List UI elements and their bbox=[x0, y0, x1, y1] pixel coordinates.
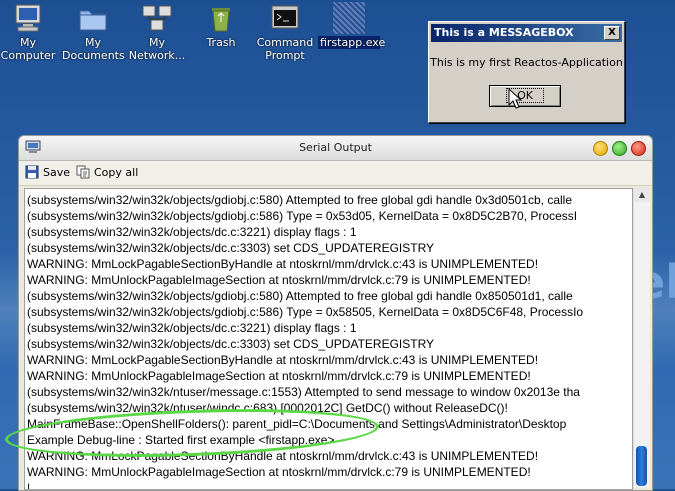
vertical-scrollbar[interactable]: ▲ bbox=[633, 188, 650, 488]
serial-output-titlebar[interactable]: Serial Output bbox=[19, 136, 652, 161]
log-line: (subsystems/win32/win32k/objects/dc.c:33… bbox=[27, 241, 435, 255]
desktop-icon-firstapp[interactable]: firstapp.exe bbox=[318, 2, 386, 49]
trash-icon bbox=[205, 2, 237, 34]
log-line: (subsystems/win32/win32k/objects/gdiobj.… bbox=[27, 209, 578, 223]
copy-icon bbox=[76, 165, 90, 179]
computer-icon bbox=[12, 2, 44, 34]
log-line: WARNING: MmUnlockPagableImageSection at … bbox=[27, 369, 531, 383]
toolbar: Save Copy all bbox=[19, 161, 652, 186]
messagebox-title: This is a MESSAGEBOX bbox=[434, 26, 574, 39]
messagebox-titlebar[interactable]: This is a MESSAGEBOX X bbox=[431, 24, 622, 42]
desktop-icon-trash[interactable]: Trash bbox=[190, 2, 252, 49]
messagebox-text: This is my first Reactos-Application bbox=[430, 56, 623, 69]
scrollbar-thumb[interactable] bbox=[636, 446, 647, 486]
log-line: (subsystems/win32/win32k/objects/gdiobj.… bbox=[27, 193, 572, 207]
mouse-cursor-icon bbox=[508, 88, 523, 109]
desktop-icon-label: Trash bbox=[206, 36, 236, 49]
desktop-icon-label: My Computer bbox=[0, 36, 56, 62]
scroll-up-arrow-icon[interactable]: ▲ bbox=[634, 188, 650, 202]
desktop-icon-my-computer[interactable]: My Computer bbox=[0, 2, 59, 62]
log-line: WARNING: MmUnlockPagableImageSection at … bbox=[27, 273, 531, 287]
save-button[interactable]: Save bbox=[25, 165, 70, 179]
desktop-icon-label: My Documents bbox=[62, 36, 125, 62]
desktop-icon-my-network[interactable]: My Network... bbox=[126, 2, 188, 62]
network-icon bbox=[141, 2, 173, 34]
log-line: (subsystems/win32/win32k/objects/gdiobj.… bbox=[27, 289, 573, 303]
log-line: (subsystems/win32/win32k/objects/dc.c:32… bbox=[27, 321, 357, 335]
log-line: (subsystems/win32/win32k/objects/dc.c:33… bbox=[27, 337, 435, 351]
log-line: (subsystems/win32/win32k/objects/dc.c:32… bbox=[27, 225, 357, 239]
log-line: WARNING: MmLockPagableSectionByHandle at… bbox=[27, 257, 539, 271]
minimize-button[interactable] bbox=[593, 141, 608, 156]
close-window-button[interactable] bbox=[631, 141, 646, 156]
log-line: WARNING: MmLockPagableSectionByHandle at… bbox=[27, 353, 539, 367]
window-title: Serial Output bbox=[299, 141, 372, 154]
log-line: (subsystems/win32/win32k/objects/gdiobj.… bbox=[27, 305, 584, 319]
save-label: Save bbox=[43, 165, 71, 179]
copy-all-label: Copy all bbox=[94, 165, 139, 179]
desktop-icon-label: firstapp.exe bbox=[318, 36, 386, 49]
desktop-icon-my-documents[interactable]: My Documents bbox=[62, 2, 125, 62]
desktop-icon-command-prompt[interactable]: Command Prompt bbox=[254, 2, 316, 62]
copy-all-button[interactable]: Copy all bbox=[76, 165, 138, 179]
messagebox-window[interactable]: This is a MESSAGEBOX X This is my first … bbox=[428, 21, 625, 123]
documents-folder-icon bbox=[77, 2, 109, 34]
command-prompt-icon bbox=[269, 2, 301, 34]
log-line: WARNING: MmUnlockPagableImageSection at … bbox=[27, 465, 531, 479]
floppy-disk-icon bbox=[25, 165, 39, 179]
exe-icon bbox=[333, 2, 365, 34]
maximize-button[interactable] bbox=[612, 141, 627, 156]
desktop-icon-label: My Network... bbox=[128, 36, 186, 62]
close-icon: X bbox=[608, 27, 616, 38]
log-line: (subsystems/win32/win32k/ntuser/message.… bbox=[27, 385, 580, 399]
desktop-icon-label: Command Prompt bbox=[256, 36, 314, 62]
ok-button[interactable]: OK bbox=[489, 85, 561, 107]
close-button[interactable]: X bbox=[604, 26, 620, 40]
